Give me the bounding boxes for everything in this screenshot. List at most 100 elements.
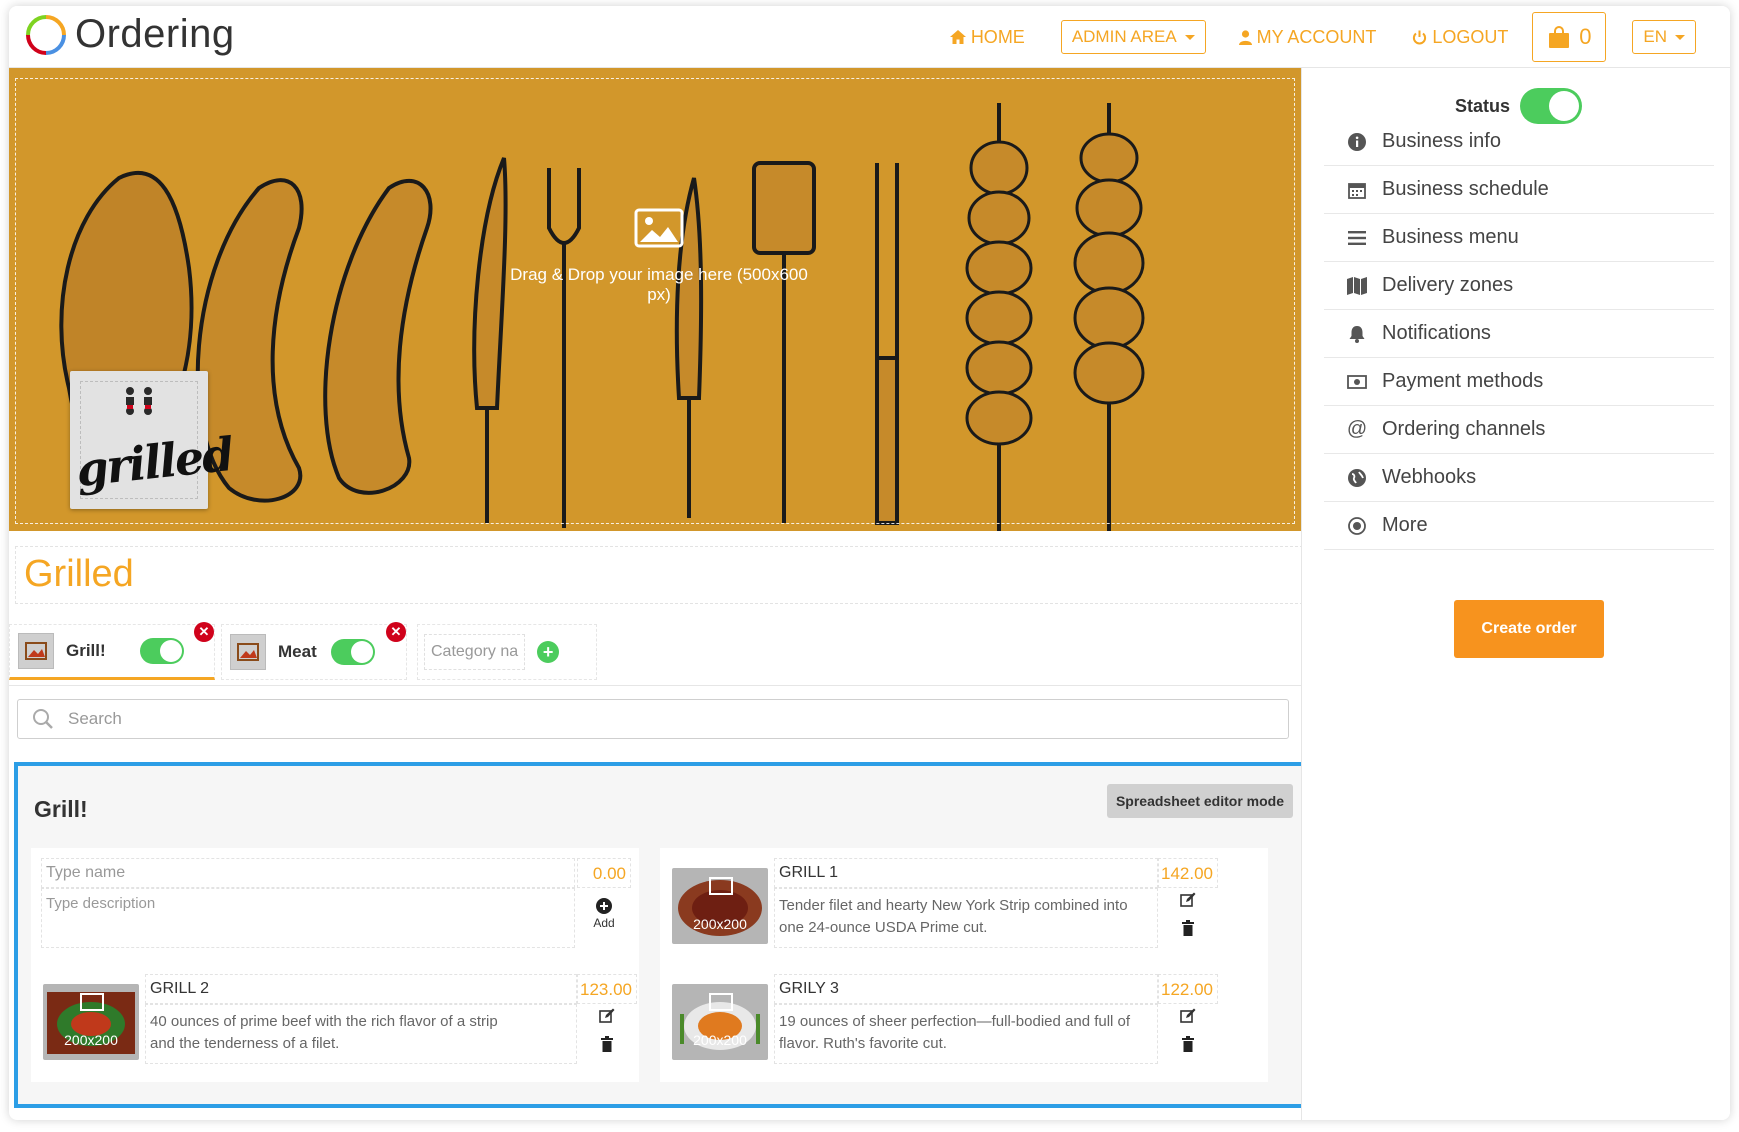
image-size-label: 200x200: [64, 1032, 118, 1048]
business-header-image[interactable]: Drag & Drop your image here (500x600 px)…: [9, 68, 1301, 531]
menu-business-info[interactable]: Business info: [1324, 118, 1714, 166]
product-actions: [577, 1008, 637, 1052]
drop-zone-hint: Drag & Drop your image here (500x600 px): [499, 208, 819, 305]
language-dropdown[interactable]: EN: [1632, 20, 1696, 54]
product-image[interactable]: 200x200: [672, 868, 768, 944]
at-icon: @: [1346, 418, 1368, 440]
add-category-icon[interactable]: +: [537, 641, 560, 663]
nav-home-label: HOME: [970, 26, 1025, 47]
calendar-icon: [1346, 181, 1368, 199]
category-toggle[interactable]: [139, 638, 184, 664]
trash-icon[interactable]: [1181, 1036, 1195, 1052]
user-icon: [1238, 29, 1252, 45]
menu-payment-methods[interactable]: Payment methods: [1324, 358, 1714, 406]
menu-label: Business schedule: [1382, 178, 1549, 200]
product-description-field[interactable]: Tender filet and hearty New York Strip c…: [774, 888, 1158, 948]
power-icon: [1413, 30, 1427, 44]
business-logo-upload[interactable]: grilled: [70, 371, 235, 509]
menu-more[interactable]: More: [1324, 502, 1714, 550]
menu-label: Business info: [1382, 130, 1501, 152]
cart-count: 0: [1579, 24, 1592, 49]
product-name: GRILY 3: [779, 980, 839, 997]
image-icon: [25, 642, 47, 660]
edit-icon[interactable]: [599, 1008, 615, 1024]
skewer-logo-icon: [126, 387, 152, 415]
nav-logout[interactable]: LOGOUT: [1412, 27, 1508, 48]
business-name-field[interactable]: Grilled: [15, 546, 1303, 604]
image-icon: [634, 208, 684, 248]
product-price: 123.00: [580, 980, 632, 999]
nav-home[interactable]: HOME: [949, 26, 1025, 48]
nav-my-account[interactable]: MY ACCOUNT: [1238, 26, 1377, 48]
product-image[interactable]: 200x200: [43, 984, 139, 1060]
product-search-input[interactable]: Search: [17, 699, 1289, 739]
product-price: 142.00: [1161, 864, 1213, 883]
language-label: EN: [1643, 27, 1667, 46]
product-card[interactable]: 200x200 GRILL 1 142.00 Tender filet and …: [660, 848, 1268, 966]
menu-notifications[interactable]: Notifications: [1324, 310, 1714, 358]
add-label: Add: [593, 916, 615, 930]
menu-ordering-channels[interactable]: @ Ordering channels: [1324, 406, 1714, 454]
logo-text: Ordering: [75, 12, 235, 56]
category-title: Grill!: [34, 796, 88, 822]
admin-area-label: ADMIN AREA: [1071, 27, 1177, 46]
category-thumbnail[interactable]: [230, 634, 266, 670]
ordering-logo-icon: [26, 14, 66, 55]
delete-category-icon[interactable]: ✕: [194, 622, 214, 642]
product-price-field[interactable]: 123.00: [577, 974, 637, 1004]
new-product-name-field[interactable]: Type name: [41, 858, 575, 888]
create-order-button[interactable]: Create order: [1454, 600, 1604, 658]
product-price-field[interactable]: 122.00: [1158, 974, 1218, 1004]
product-card[interactable]: 200x200 GRILY 3 122.00 19 ounces of shee…: [660, 964, 1268, 1082]
brand-logo[interactable]: Ordering: [25, 12, 235, 57]
new-category-input[interactable]: Category na: [424, 634, 526, 670]
business-name: Grilled: [24, 553, 134, 595]
business-menu: Business info Business schedule Business…: [1324, 118, 1714, 550]
product-description: Tender filet and hearty New York Strip c…: [779, 897, 1128, 936]
category-tab-meat[interactable]: Meat ✕: [221, 622, 407, 680]
product-price: 122.00: [1161, 980, 1213, 999]
nav-logout-label: LOGOUT: [1432, 26, 1509, 47]
delete-category-icon[interactable]: ✕: [386, 622, 406, 642]
category-thumbnail[interactable]: [18, 633, 54, 669]
product-description: 19 ounces of sheer perfection—full-bodie…: [779, 1013, 1131, 1052]
nav-my-account-label: MY ACCOUNT: [1256, 26, 1377, 47]
info-circle-icon: [1346, 132, 1368, 151]
nav-menu: HOME ADMIN AREA MY ACCOUNT LOGOUT 0 EN: [949, 6, 1730, 68]
food-photo: [47, 992, 135, 1054]
category-toggle[interactable]: [330, 639, 375, 665]
spreadsheet-editor-button[interactable]: Spreadsheet editor mode: [1106, 784, 1293, 818]
edit-icon[interactable]: [1180, 892, 1196, 908]
product-card[interactable]: 200x200 GRILL 2 123.00 40 ounces of prim…: [31, 964, 639, 1082]
map-icon: [1346, 276, 1368, 295]
product-actions: [1158, 892, 1218, 936]
menu-business-menu[interactable]: Business menu: [1324, 214, 1714, 262]
menu-label: Payment methods: [1382, 370, 1544, 392]
product-image[interactable]: 200x200: [672, 984, 768, 1060]
menu-delivery-zones[interactable]: Delivery zones: [1324, 262, 1714, 310]
money-icon: [1346, 374, 1368, 389]
admin-area-dropdown[interactable]: ADMIN AREA: [1060, 20, 1206, 54]
trash-icon[interactable]: [1181, 920, 1195, 936]
product-description-field[interactable]: 40 ounces of prime beef with the rich fl…: [145, 1004, 577, 1064]
product-description: 40 ounces of prime beef with the rich fl…: [150, 1013, 498, 1052]
search-placeholder: Search: [68, 709, 122, 728]
menu-business-schedule[interactable]: Business schedule: [1324, 166, 1714, 214]
home-icon: [949, 30, 966, 44]
cart-button[interactable]: 0: [1532, 12, 1607, 62]
product-price-field[interactable]: 142.00: [1158, 858, 1218, 888]
product-name-field[interactable]: GRILL 1: [774, 858, 1158, 888]
new-product-description-field[interactable]: Type description: [41, 888, 575, 948]
product-name-field[interactable]: GRILL 2: [145, 974, 577, 1004]
edit-icon[interactable]: [1180, 1008, 1196, 1024]
menu-webhooks[interactable]: Webhooks: [1324, 454, 1714, 502]
product-description-field[interactable]: 19 ounces of sheer perfection—full-bodie…: [774, 1004, 1158, 1064]
food-photo: [678, 877, 762, 936]
trash-icon[interactable]: [600, 1036, 614, 1052]
category-tab-grill[interactable]: Grill! ✕: [9, 622, 215, 680]
status-label: Status: [1455, 95, 1511, 116]
new-product-price-field[interactable]: 0.00: [577, 858, 631, 888]
shopping-bag-icon: [1549, 26, 1570, 48]
add-product-button[interactable]: Add: [577, 898, 631, 930]
product-name-field[interactable]: GRILY 3: [774, 974, 1158, 1004]
